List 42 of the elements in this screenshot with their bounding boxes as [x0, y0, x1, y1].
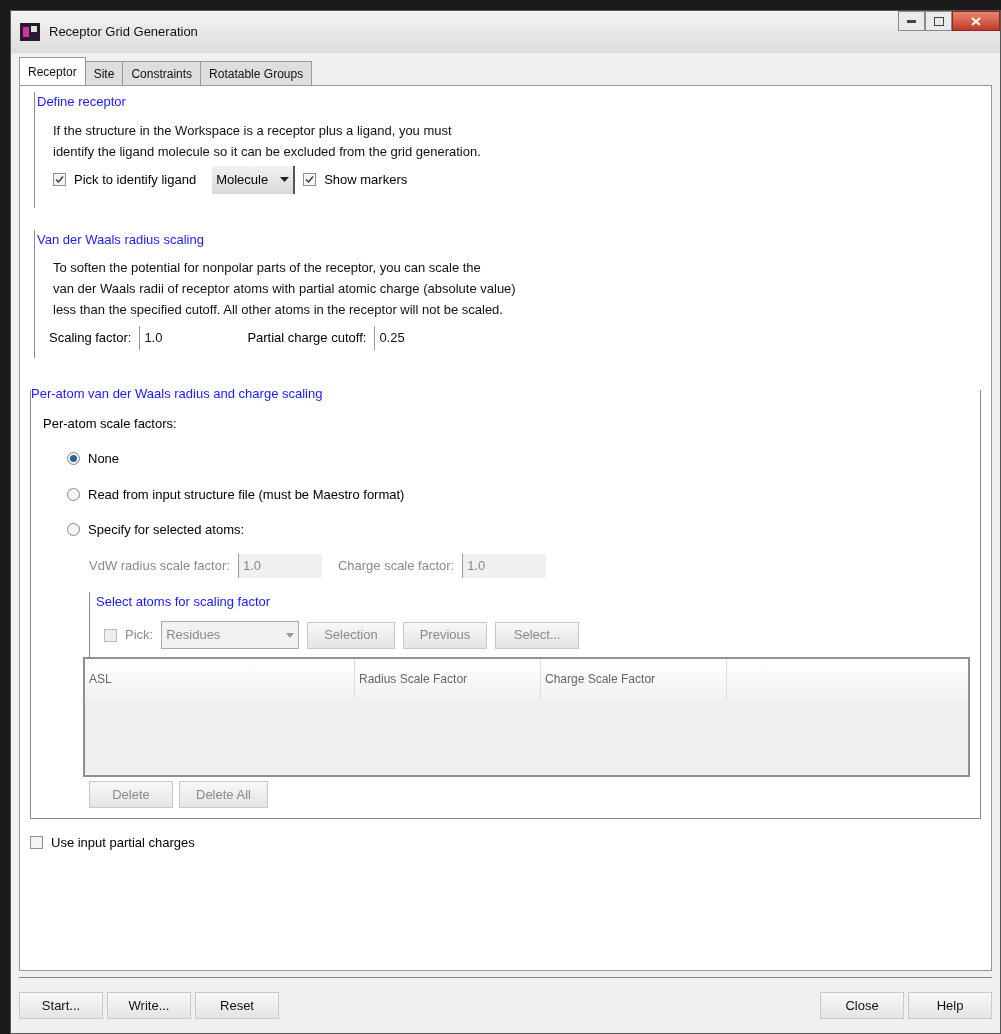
field-label: Charge scale factor:	[337, 556, 455, 575]
tab[interactable]: Receptor	[19, 57, 86, 85]
app-icon	[19, 22, 41, 42]
field-label: Partial charge cutoff:	[247, 329, 367, 348]
restore-icon	[933, 16, 944, 26]
section-label: Per-atom scale factors:	[43, 414, 178, 433]
checkbox-label: Pick to identify ligand	[74, 170, 197, 189]
description-text: To soften the potential for nonpolar parts of the receptor, you can scale the van der Waals radii of receptor atoms with partial atomic charge (absolute value) less than the specified cutoff. All other atoms in the receptor will not be scaled.	[52, 259, 517, 319]
group-title: Select atoms for scaling factor	[96, 592, 272, 611]
checkbox[interactable]	[53, 173, 66, 186]
radio-label: None	[88, 450, 120, 468]
checkmark-icon	[55, 175, 64, 184]
tab[interactable]: Site	[85, 61, 124, 85]
dropdown-arrow-icon	[280, 177, 290, 182]
maximize-button[interactable]	[925, 11, 952, 31]
close-icon	[971, 16, 981, 26]
dropdown[interactable]: Molecule	[212, 165, 296, 194]
close-button[interactable]	[952, 11, 1000, 31]
field-label: Scaling factor:	[49, 329, 132, 348]
tab[interactable]: Constraints	[123, 61, 202, 85]
checkbox-label: Pick:	[125, 626, 154, 645]
dropdown-arrow-icon	[286, 632, 295, 638]
checkbox-label: Show markers	[324, 170, 408, 189]
push-button[interactable]: Close	[820, 992, 904, 1019]
checkbox[interactable]	[30, 836, 43, 850]
push-button[interactable]: Write...	[107, 992, 191, 1019]
checkbox-label: Use input partial charges	[51, 834, 195, 852]
group-title: Van der Waals radius scaling	[37, 230, 205, 249]
minimize-icon	[907, 19, 916, 23]
description-text: If the structure in the Workspace is a receptor plus a ligand, you must identify the ligand molecule so it can be excluded from the grid generation.	[52, 121, 482, 161]
checkmark-icon	[305, 175, 315, 184]
push-button[interactable]: Help	[908, 992, 992, 1019]
radio-label: Specify for selected atoms:	[88, 521, 245, 539]
tab[interactable]: Rotatable Groups	[201, 61, 313, 85]
group-title: Define receptor	[37, 93, 127, 111]
checkbox[interactable]	[303, 173, 317, 186]
field-label: VdW radius scale factor:	[89, 556, 230, 575]
push-button[interactable]: Reset	[195, 992, 279, 1019]
minimize-button[interactable]	[898, 11, 925, 31]
radio-label: Read from input structure file (must be Maestro format)	[88, 485, 405, 504]
window-title: Receptor Grid Generation	[49, 23, 198, 42]
push-button[interactable]: Start...	[19, 992, 103, 1019]
